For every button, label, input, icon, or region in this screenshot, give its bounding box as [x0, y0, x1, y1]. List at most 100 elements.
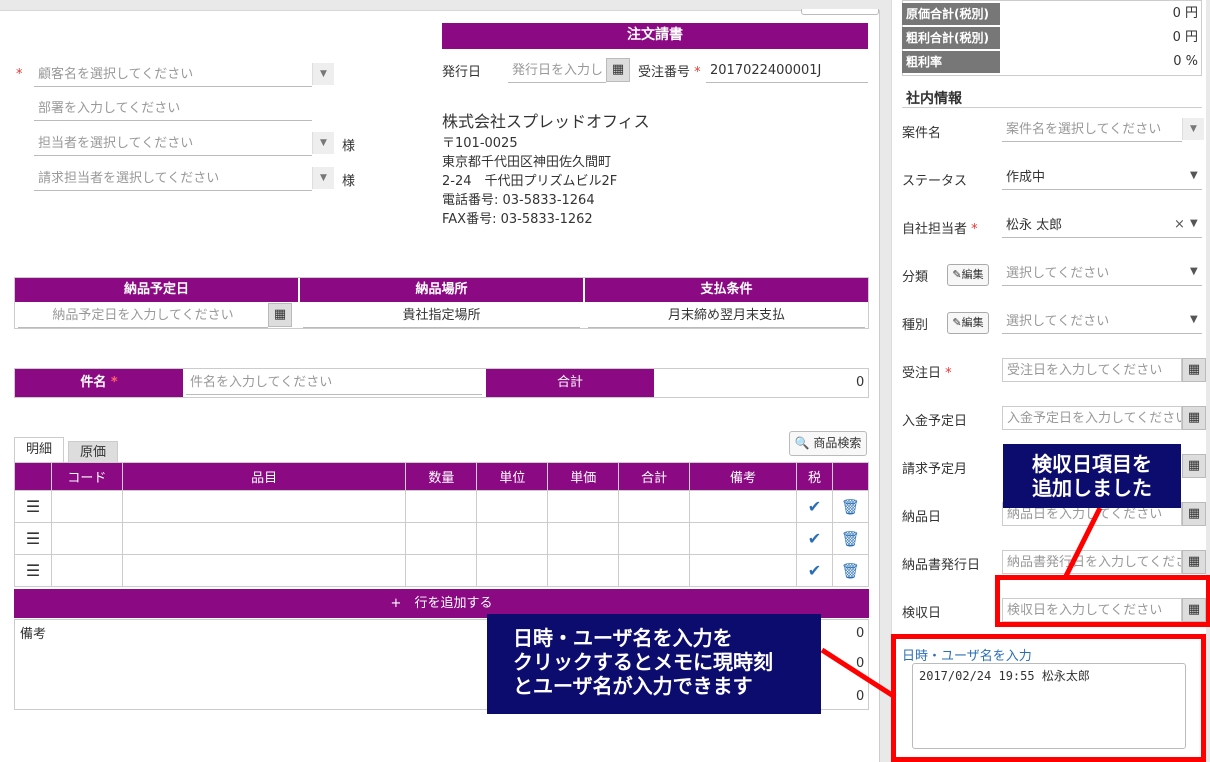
unit-cell[interactable] — [476, 490, 549, 523]
issue-date-label: 発行日 — [442, 65, 482, 80]
summary-value: 0 — [856, 626, 865, 641]
column-header — [831, 462, 870, 491]
memo-callout: 日時・ユーザ名を入力を クリックするとメモに現時刻 とユーザ名が入力できます — [487, 614, 821, 714]
order-no-label: 受注番号 * — [638, 65, 701, 80]
project-label: 案件名 — [902, 126, 942, 141]
company-address-2: 2-24 千代田プリズムビル2F — [442, 174, 618, 189]
kind-edit-button[interactable]: ✎編集 — [947, 312, 989, 334]
gross-margin-value: 0 % — [1173, 54, 1198, 69]
unit-cell[interactable] — [476, 522, 549, 555]
trash-icon[interactable]: 🗑 — [831, 490, 870, 523]
chevron-down-icon[interactable]: ▼ — [312, 63, 334, 85]
issue-date-input[interactable]: 発行日を入力し — [508, 59, 606, 83]
note-cell[interactable] — [689, 490, 797, 523]
gross-profit-value: 0 円 — [1172, 30, 1198, 45]
calendar-icon[interactable]: ▦ — [1182, 406, 1206, 430]
calendar-icon[interactable]: ▦ — [606, 58, 630, 82]
delivery-place-header: 納品場所 — [300, 278, 583, 302]
note-cell[interactable] — [689, 522, 797, 555]
check-icon[interactable]: ✔ — [795, 554, 833, 587]
calendar-icon[interactable]: ▦ — [268, 303, 292, 327]
payment-terms-input[interactable]: 月末締め翌月末支払 — [588, 304, 865, 328]
column-header: コード — [50, 462, 123, 491]
company-fax: FAX番号: 03-5833-1262 — [442, 212, 593, 227]
price-cell[interactable] — [547, 522, 620, 555]
unit-cell[interactable] — [476, 554, 549, 587]
item-cell[interactable] — [121, 554, 407, 587]
calendar-icon[interactable]: ▦ — [1182, 550, 1206, 574]
code-cell[interactable] — [50, 490, 123, 523]
company-address: 東京都千代田区神田佐久間町 — [442, 155, 612, 170]
drag-handle-icon[interactable]: ☰ — [14, 522, 52, 555]
code-cell[interactable] — [50, 554, 123, 587]
highlight-box — [995, 575, 1210, 627]
order-date-input[interactable]: 受注日を入力してください — [1002, 358, 1182, 382]
drag-handle-icon[interactable]: ☰ — [14, 554, 52, 587]
product-search-button[interactable]: 🔍 商品検索 — [789, 431, 867, 456]
tab-cost[interactable]: 原価 — [68, 441, 118, 463]
subject-label: 件名 * — [15, 369, 183, 397]
note-cell[interactable] — [689, 554, 797, 587]
quantity-cell[interactable] — [405, 554, 478, 587]
remarks-label: 備考 — [20, 627, 47, 642]
chevron-down-icon[interactable]: ▼ — [1182, 118, 1204, 140]
column-header: 品目 — [121, 462, 407, 491]
chevron-down-icon[interactable]: ▼ — [312, 167, 334, 189]
check-icon[interactable]: ✔ — [795, 522, 833, 555]
item-cell[interactable] — [121, 522, 407, 555]
trash-icon[interactable]: 🗑 — [831, 522, 870, 555]
item-cell[interactable] — [121, 490, 407, 523]
calendar-icon[interactable]: ▦ — [1182, 358, 1206, 382]
kind-select[interactable]: 選択してください — [1002, 310, 1202, 334]
tab-details[interactable]: 明細 — [14, 437, 64, 463]
line-items-table: コード 品目 数量 単位 単価 合計 備考 税 ☰ ✔ 🗑 ☰ ✔ 🗑 ☰ ✔ … — [14, 462, 870, 587]
clear-icon[interactable]: × — [1174, 217, 1185, 232]
delivery-date-header: 納品予定日 — [15, 278, 298, 302]
drag-handle-icon[interactable]: ☰ — [14, 490, 52, 523]
subject-input[interactable]: 件名を入力してください — [186, 371, 482, 395]
company-zip: 〒101-0025 — [442, 136, 518, 151]
check-icon[interactable]: ✔ — [795, 490, 833, 523]
project-select[interactable]: 案件名を選択してください — [1002, 118, 1182, 142]
owner-select[interactable]: 松永 太郎 — [1002, 214, 1202, 238]
price-cell[interactable] — [547, 554, 620, 587]
chevron-down-icon[interactable]: ▼ — [1190, 266, 1198, 277]
payment-date-input[interactable]: 入金予定日を入力してください — [1002, 406, 1182, 430]
billing-person-select[interactable]: 請求担当者を選択してください — [34, 167, 312, 191]
order-no-input[interactable]: 2017022400001J — [706, 59, 868, 83]
delivery-date-input[interactable]: 納品予定日を入力してください — [18, 304, 268, 328]
delivery-place-input[interactable]: 貴社指定場所 — [303, 304, 580, 328]
category-select[interactable]: 選択してください — [1002, 262, 1202, 286]
column-header: 数量 — [405, 462, 478, 491]
search-icon: 🔍 — [794, 436, 810, 450]
category-label: 分類 — [902, 270, 929, 285]
status-select[interactable]: 作成中 — [1002, 166, 1202, 190]
summary-value: 0 — [856, 656, 865, 671]
column-header — [14, 462, 52, 491]
column-header: 単価 — [547, 462, 620, 491]
delivery-doc-date-input[interactable]: 納品書発行日を入力してください — [1002, 550, 1182, 574]
customer-select[interactable]: 顧客名を選択してください — [34, 63, 312, 87]
trash-icon[interactable]: 🗑 — [831, 554, 870, 587]
chevron-down-icon[interactable]: ▼ — [1190, 170, 1198, 181]
chevron-down-icon[interactable]: ▼ — [312, 132, 334, 154]
price-cell[interactable] — [547, 490, 620, 523]
category-edit-button[interactable]: ✎編集 — [947, 264, 989, 286]
honorific-label: 様 — [342, 174, 356, 189]
code-cell[interactable] — [50, 522, 123, 555]
payment-date-label: 入金予定日 — [902, 414, 968, 429]
person-select[interactable]: 担当者を選択してください — [34, 132, 312, 156]
calendar-icon[interactable]: ▦ — [1182, 454, 1206, 478]
highlight-box — [891, 634, 1206, 762]
calendar-icon[interactable]: ▦ — [1182, 502, 1206, 526]
total-label: 合計 — [486, 369, 654, 397]
total-cell — [618, 490, 691, 523]
document-title: 注文請書 — [442, 23, 868, 49]
chevron-down-icon[interactable]: ▼ — [1190, 218, 1198, 229]
chevron-down-icon[interactable]: ▼ — [1190, 314, 1198, 325]
quantity-cell[interactable] — [405, 522, 478, 555]
quantity-cell[interactable] — [405, 490, 478, 523]
divider — [902, 107, 1202, 108]
top-button[interactable] — [801, 9, 879, 15]
department-input[interactable]: 部署を入力してください — [34, 97, 312, 121]
